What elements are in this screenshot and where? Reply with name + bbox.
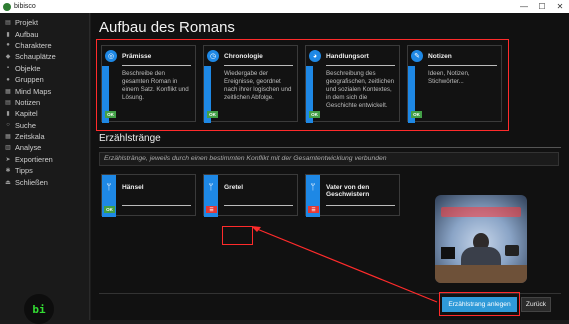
app-logo-icon — [3, 2, 11, 11]
window-titlebar: bibisco — ☐ ✕ — [0, 0, 569, 13]
users-icon: ● — [6, 42, 10, 49]
close-button[interactable]: ✕ — [551, 2, 569, 11]
back-button[interactable]: Zurück — [521, 297, 551, 312]
status-badge: ☰ — [206, 206, 217, 213]
sidebar-item-label: Schauplätze — [15, 52, 56, 62]
minimize-button[interactable]: — — [515, 2, 533, 11]
notes-icon: ▤ — [5, 99, 11, 106]
search-icon: ○ — [6, 122, 10, 129]
window-title: bibisco — [14, 3, 36, 10]
logout-icon: ⏏ — [5, 179, 11, 186]
sidebar-item-label: Zeitskala — [15, 132, 45, 142]
highlight-new-card-slot — [222, 226, 253, 245]
lightbulb-icon: ✱ — [5, 168, 11, 175]
page-title: Aufbau des Romans — [99, 19, 235, 36]
sidebar-item-gruppen[interactable]: ● Gruppen — [0, 74, 89, 85]
branch-icon: ᛘ — [310, 182, 316, 192]
map-marker-icon: ◆ — [5, 54, 11, 61]
sidebar-item-label: Notizen — [15, 97, 41, 107]
strands-section-description: Erzählstränge, jeweils durch einen besti… — [99, 152, 559, 166]
sidebar-item-label: Tipps — [15, 166, 33, 176]
calendar-icon: ▦ — [5, 134, 11, 141]
export-icon: ➤ — [5, 156, 11, 163]
tutorial-photo — [435, 195, 527, 283]
group-icon: ● — [6, 76, 10, 83]
sidebar-item-zeitskala[interactable]: ▦ Zeitskala — [0, 131, 89, 142]
card-divider — [224, 205, 293, 206]
status-badge: OK — [104, 206, 115, 213]
sidebar-item-kapitel[interactable]: ▮ Kapitel — [0, 108, 89, 119]
sitemap-icon: ▦ — [5, 88, 11, 95]
main-content: Aufbau des Romans ◎ Prämisse Beschreibe de… — [91, 13, 569, 320]
sidebar-item-notizen[interactable]: ▤ Notizen — [0, 97, 89, 108]
book-icon: ▮ — [6, 111, 10, 118]
strand-card-gretel[interactable]: ᛘ Gretel ☰ — [203, 174, 298, 217]
sidebar-item-aufbau[interactable]: ▮ Aufbau — [0, 28, 89, 39]
sidebar-item-label: Charaktere — [15, 40, 52, 50]
sidebar-item-charaktere[interactable]: ● Charaktere — [0, 40, 89, 51]
maximize-button[interactable]: ☐ — [533, 2, 551, 11]
card-title: Vater von den Geschwistern — [326, 184, 370, 198]
sidebar-item-label: Analyse — [15, 143, 42, 153]
camera-icon — [505, 245, 519, 256]
card-divider — [122, 205, 191, 206]
sidebar-item-label: Mind Maps — [15, 86, 52, 96]
strand-card-vater-von-den-geschwistern[interactable]: ᛘ Vater von den Geschwistern ☰ — [305, 174, 400, 217]
window-controls: — ☐ ✕ — [515, 2, 569, 11]
sidebar-item-schließen[interactable]: ⏏ Schließen — [0, 176, 89, 187]
card-title: Hänsel — [122, 184, 144, 191]
sidebar-item-label: Exportieren — [15, 154, 53, 164]
strand-card-hänsel[interactable]: ᛘ Hänsel OK — [101, 174, 196, 217]
sidebar-item-label: Projekt — [15, 18, 39, 28]
sidebar-item-exportieren[interactable]: ➤ Exportieren — [0, 154, 89, 165]
chart-icon: ▥ — [5, 145, 11, 152]
strands-section-title: Erzählstränge — [99, 133, 161, 144]
bookmark-icon: ▮ — [6, 31, 10, 38]
sidebar: ▤ Projekt ▮ Aufbau ● Charaktere ◆ Schauplätze ▪ O… — [0, 13, 90, 324]
clapperboard-icon — [441, 247, 455, 259]
sidebar-item-suche[interactable]: ○ Suche — [0, 120, 89, 131]
sidebar-item-objekte[interactable]: ▪ Objekte — [0, 63, 89, 74]
sidebar-item-label: Aufbau — [15, 29, 39, 39]
sidebar-item-projekt[interactable]: ▤ Projekt — [0, 17, 89, 28]
divider — [99, 147, 561, 148]
highlight-structure-cards — [96, 39, 509, 131]
highlight-create-button — [439, 292, 520, 316]
sidebar-item-mind-maps[interactable]: ▦ Mind Maps — [0, 85, 89, 96]
status-badge: ☰ — [308, 206, 319, 213]
sidebar-item-label: Suche — [15, 120, 36, 130]
cube-icon: ▪ — [6, 65, 10, 72]
card-title: Gretel — [224, 184, 244, 191]
branch-icon: ᛘ — [106, 182, 112, 192]
sidebar-item-analyse[interactable]: ▥ Analyse — [0, 142, 89, 153]
sidebar-item-label: Gruppen — [15, 75, 44, 85]
sidebar-item-label: Kapitel — [15, 109, 38, 119]
sidebar-item-label: Objekte — [15, 63, 41, 73]
sidebar-item-tipps[interactable]: ✱ Tipps — [0, 165, 89, 176]
photo-watermark-text — [441, 207, 521, 217]
sidebar-item-schauplätze[interactable]: ◆ Schauplätze — [0, 51, 89, 62]
sidebar-item-label: Schließen — [15, 177, 48, 187]
branch-icon: ᛘ — [208, 182, 214, 192]
card-divider — [326, 205, 395, 206]
file-icon: ▤ — [5, 20, 11, 27]
